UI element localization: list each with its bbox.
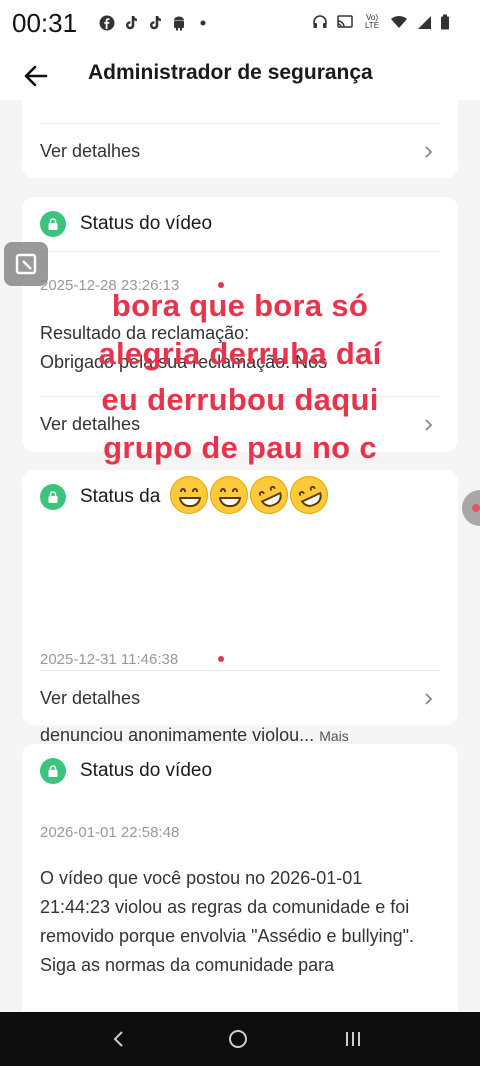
card-header: Status do vídeo <box>40 211 212 237</box>
overlay-line-1: bora que bora só <box>111 288 369 323</box>
card-divider <box>40 670 440 671</box>
rofl-face-icon <box>283 469 335 521</box>
back-icon <box>113 1031 123 1047</box>
grinning-face-icon <box>170 476 208 514</box>
nav-recents-button[interactable] <box>340 1026 366 1052</box>
notification-card-footer: Ver detalhes <box>22 670 458 725</box>
card-title: Status da <box>80 486 161 507</box>
card-header: Status do vídeo <box>40 758 212 784</box>
chevron-right-icon <box>425 693 433 705</box>
card-body: O vídeo que você postou no 2026-01-01 21… <box>40 868 414 975</box>
indicator-dot <box>472 504 480 512</box>
chevron-right-icon <box>425 146 433 158</box>
notification-card: Ver detalhes <box>22 100 458 178</box>
app-bar: Administrador de segurança <box>0 48 480 100</box>
more-link[interactable]: Mais <box>319 728 349 744</box>
see-details-link[interactable]: Ver detalhes <box>40 141 140 162</box>
lock-icon <box>40 211 66 237</box>
system-nav-bar <box>0 1012 480 1066</box>
back-button[interactable] <box>16 56 56 96</box>
notification-list[interactable]: Ver detalhes Status do vídeo 2025-12-28 … <box>0 100 480 1012</box>
recents-icon <box>346 1032 360 1046</box>
overlay-line-4: grupo de pau no c <box>103 430 377 465</box>
floating-screenshot-button[interactable] <box>4 242 48 286</box>
notification-icons <box>98 14 212 32</box>
home-icon <box>229 1030 247 1048</box>
rofl-face-icon <box>243 469 295 521</box>
headphones-icon <box>312 14 328 30</box>
card-date: 2026-01-01 22:58:48 <box>40 824 180 841</box>
nav-back-button[interactable] <box>106 1026 132 1052</box>
card-divider <box>40 123 440 124</box>
card-title: Status do vídeo <box>80 760 213 781</box>
facebook-icon <box>98 14 116 32</box>
cast-icon <box>336 14 354 30</box>
overlay-line-2: alegria derruba daí <box>98 336 382 371</box>
page-title: Administrador de segurança <box>88 61 373 84</box>
status-time: 00:31 <box>12 8 78 38</box>
notification-card: Status do vídeo 2026-01-01 22:58:48 O ví… <box>22 744 458 1012</box>
android-icon <box>170 14 188 32</box>
crop-icon <box>15 253 37 275</box>
status-bar: 00:31 Vo) LTE <box>0 0 480 48</box>
card-divider <box>40 251 440 252</box>
battery-icon <box>440 14 450 30</box>
volte-icon: Vo) LTE <box>364 13 380 30</box>
lock-icon <box>40 758 66 784</box>
system-icons: Vo) LTE <box>312 14 450 30</box>
unread-dot <box>218 656 224 662</box>
overlay-line-3: eu derrubou daqui <box>101 382 379 417</box>
tiktok-icon <box>122 14 140 32</box>
nav-home-button[interactable] <box>225 1026 251 1052</box>
lock-icon <box>40 484 66 510</box>
dot-icon <box>194 14 212 32</box>
card-date: 2025-12-31 11:46:38 <box>40 651 179 668</box>
tiktok-icon <box>146 14 164 32</box>
wifi-icon <box>390 14 408 30</box>
see-details-link[interactable]: Ver detalhes <box>40 688 140 709</box>
card-header: Status da <box>40 484 160 510</box>
back-arrow-icon <box>24 65 48 87</box>
signal-icon <box>416 14 432 30</box>
overlay-emojis <box>170 469 335 521</box>
grinning-face-icon <box>210 476 248 514</box>
card-title: Status do vídeo <box>80 213 213 234</box>
